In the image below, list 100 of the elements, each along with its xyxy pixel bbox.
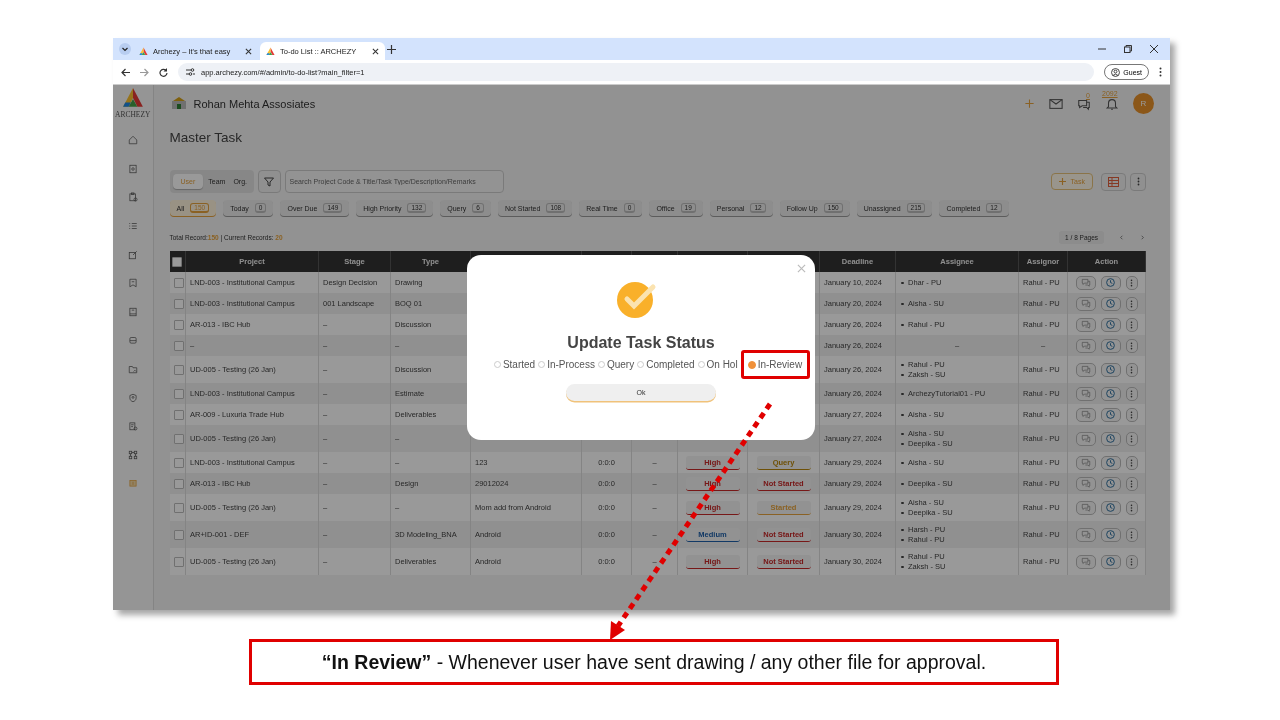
- table-icon: [1108, 176, 1119, 187]
- comment-button[interactable]: [1075, 554, 1096, 569]
- more-button[interactable]: [1125, 455, 1138, 470]
- reload-icon[interactable]: [159, 67, 168, 77]
- filter-button[interactable]: [257, 170, 281, 193]
- checkbox[interactable]: [173, 556, 184, 567]
- more-button[interactable]: [1125, 296, 1138, 311]
- radio-label[interactable]: Query: [606, 359, 635, 370]
- more-icon: [1130, 299, 1133, 308]
- edit-icon[interactable]: [127, 249, 138, 260]
- more-button[interactable]: [1125, 407, 1138, 422]
- checkbox[interactable]: [173, 388, 184, 399]
- comment-button[interactable]: [1075, 476, 1096, 491]
- back-icon[interactable]: [121, 67, 130, 77]
- favicon-icon: [266, 46, 275, 56]
- checklist-icon[interactable]: [127, 221, 138, 232]
- more-button[interactable]: [1125, 338, 1138, 353]
- more-button[interactable]: [1125, 527, 1138, 542]
- menu-icon[interactable]: [1159, 67, 1162, 77]
- comment-button[interactable]: [1075, 362, 1096, 377]
- minimize-icon[interactable]: [1098, 45, 1106, 53]
- comment-button[interactable]: [1075, 296, 1096, 311]
- checkbox[interactable]: [173, 529, 184, 540]
- comment-button[interactable]: [1075, 407, 1096, 422]
- history-button[interactable]: [1100, 554, 1121, 569]
- history-button[interactable]: [1100, 386, 1121, 401]
- more-button[interactable]: [1130, 172, 1146, 191]
- comment-button[interactable]: [1075, 527, 1096, 542]
- network-icon[interactable]: [127, 449, 138, 460]
- radio-label[interactable]: In-Review: [757, 359, 803, 370]
- chevron-right-icon[interactable]: [1139, 233, 1146, 241]
- history-button[interactable]: [1100, 275, 1121, 290]
- inbox-icon[interactable]: [127, 335, 138, 346]
- modal-title: Update Task Status: [566, 334, 716, 352]
- document-icon[interactable]: [127, 163, 138, 174]
- history-button[interactable]: [1100, 476, 1121, 491]
- clipboard-icon[interactable]: [127, 192, 138, 203]
- checkbox[interactable]: [173, 364, 184, 375]
- checkbox[interactable]: [173, 298, 184, 309]
- comment-button[interactable]: [1075, 275, 1096, 290]
- comment-button[interactable]: [1075, 500, 1096, 515]
- dropdown-icon[interactable]: [119, 43, 131, 55]
- history-button[interactable]: [1100, 338, 1121, 353]
- table-view-button[interactable]: [1101, 172, 1126, 191]
- comment-button[interactable]: [1075, 386, 1096, 401]
- checkbox[interactable]: [173, 277, 184, 288]
- more-button[interactable]: [1125, 362, 1138, 377]
- radio-label[interactable]: Completed: [646, 359, 695, 370]
- history-button[interactable]: [1100, 296, 1121, 311]
- close-icon[interactable]: [1150, 45, 1158, 53]
- book-icon[interactable]: [127, 306, 138, 317]
- history-button[interactable]: [1100, 500, 1121, 515]
- mail-icon[interactable]: [1049, 96, 1063, 111]
- close-icon[interactable]: [245, 47, 252, 55]
- history-button[interactable]: [1100, 407, 1121, 422]
- history-button[interactable]: [1100, 317, 1121, 332]
- radio-label[interactable]: Started: [502, 359, 536, 370]
- more-button[interactable]: [1125, 476, 1138, 491]
- clipboard-icon[interactable]: [127, 421, 138, 432]
- favicon-icon: [139, 46, 148, 56]
- more-button[interactable]: [1125, 431, 1138, 446]
- restore-icon[interactable]: [1124, 45, 1132, 53]
- bell-icon[interactable]: [1105, 96, 1119, 111]
- comment-button[interactable]: [1075, 431, 1096, 446]
- history-button[interactable]: [1100, 431, 1121, 446]
- checkbox[interactable]: [173, 478, 184, 489]
- forward-icon[interactable]: [140, 67, 149, 77]
- checkbox[interactable]: [173, 340, 184, 351]
- checkbox[interactable]: [173, 502, 184, 513]
- plus-icon[interactable]: [1024, 98, 1035, 109]
- comment-button[interactable]: [1075, 338, 1096, 353]
- more-button[interactable]: [1125, 317, 1138, 332]
- site-settings-icon[interactable]: [186, 68, 195, 76]
- more-icon: [1130, 278, 1133, 287]
- radio-label[interactable]: On Hol: [706, 359, 738, 370]
- radio-label[interactable]: In-Process: [547, 359, 595, 370]
- close-icon[interactable]: [372, 47, 379, 55]
- history-button[interactable]: [1100, 527, 1121, 542]
- folder-icon[interactable]: [127, 364, 138, 375]
- checkbox[interactable]: [172, 256, 183, 267]
- chevron-left-icon[interactable]: [1118, 233, 1125, 241]
- history-button[interactable]: [1100, 455, 1121, 470]
- radio-button[interactable]: [747, 360, 756, 369]
- history-button[interactable]: [1100, 362, 1121, 377]
- shield-icon[interactable]: [127, 392, 138, 403]
- checkbox[interactable]: [173, 457, 184, 468]
- comment-button[interactable]: [1075, 455, 1096, 470]
- checkbox[interactable]: [173, 319, 184, 330]
- checkbox[interactable]: [173, 433, 184, 444]
- new-tab-icon[interactable]: [387, 44, 396, 54]
- more-button[interactable]: [1125, 500, 1138, 515]
- more-button[interactable]: [1125, 386, 1138, 401]
- more-button[interactable]: [1125, 275, 1138, 290]
- box-icon[interactable]: [127, 478, 138, 489]
- home-icon[interactable]: [127, 135, 138, 146]
- checkbox[interactable]: [173, 409, 184, 420]
- bookmark-icon[interactable]: [127, 278, 138, 289]
- more-button[interactable]: [1125, 554, 1138, 569]
- comment-button[interactable]: [1075, 317, 1096, 332]
- company-logo-icon: [169, 96, 188, 111]
